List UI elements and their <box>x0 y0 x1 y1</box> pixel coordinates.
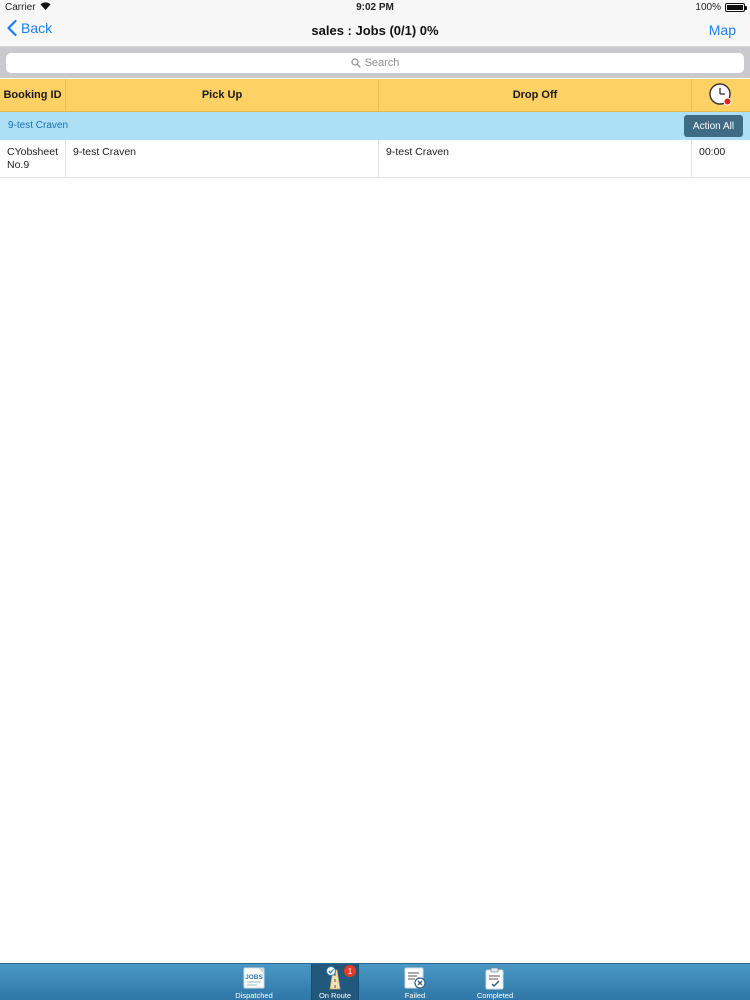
jobs-icon-text: JOBS <box>245 974 263 981</box>
tab-on-route[interactable]: 1 On Route <box>311 964 359 1000</box>
status-time: 9:02 PM <box>356 2 394 13</box>
status-right: 100% <box>695 2 747 13</box>
group-row: 9-test Craven Action All <box>0 112 750 140</box>
column-header-time[interactable] <box>692 79 750 111</box>
cell-booking-id: CYobsheetNo.9 <box>0 140 66 177</box>
search-input[interactable]: Search <box>6 53 744 73</box>
on-route-badge: 1 <box>344 965 356 977</box>
cell-pick-up: 9-test Craven <box>66 140 379 177</box>
tab-failed-label: Failed <box>404 991 426 1000</box>
table-header: Booking ID Pick Up Drop Off <box>0 79 750 112</box>
tab-failed[interactable]: Failed <box>391 964 439 1000</box>
battery-level <box>727 5 743 10</box>
search-icon <box>350 58 361 68</box>
column-header-pick-up[interactable]: Pick Up <box>66 79 379 111</box>
battery-icon <box>725 3 747 12</box>
tab-bar: JOBS Dispatched 1 On Route Failed Comple… <box>0 963 750 1000</box>
table-row[interactable]: CYobsheetNo.9 9-test Craven 9-test Crave… <box>0 140 750 178</box>
action-all-button[interactable]: Action All <box>684 115 743 137</box>
chevron-left-icon <box>7 20 17 36</box>
jobs-icon: JOBS <box>242 966 266 990</box>
back-button[interactable]: Back <box>7 20 52 36</box>
battery-percent: 100% <box>695 2 721 13</box>
column-header-booking-id[interactable]: Booking ID <box>0 79 66 111</box>
status-bar: Carrier 9:02 PM 100% <box>0 0 750 14</box>
map-button[interactable]: Map <box>709 22 736 38</box>
cell-time: 00:00 <box>699 146 726 158</box>
on-route-icon: 1 <box>323 965 356 990</box>
tab-on-route-label: On Route <box>318 991 352 1000</box>
back-button-label: Back <box>21 20 53 36</box>
navigation-bar: Back sales : Jobs (0/1) 0% Map <box>0 14 750 47</box>
search-bar-container: Search <box>0 47 750 78</box>
tab-completed[interactable]: Completed <box>471 964 519 1000</box>
completed-icon <box>483 966 507 990</box>
clock-icon <box>709 83 732 106</box>
tab-completed-label: Completed <box>476 991 514 1000</box>
tab-dispatched[interactable]: JOBS Dispatched <box>230 964 278 1000</box>
failed-icon <box>403 966 427 990</box>
group-label: 9-test Craven <box>8 120 69 131</box>
page-title: sales : Jobs (0/1) 0% <box>311 23 439 38</box>
search-placeholder: Search <box>364 57 400 69</box>
column-header-drop-off[interactable]: Drop Off <box>379 79 692 111</box>
tab-dispatched-label: Dispatched <box>235 991 273 1000</box>
cell-drop-off: 9-test Craven <box>379 140 692 177</box>
